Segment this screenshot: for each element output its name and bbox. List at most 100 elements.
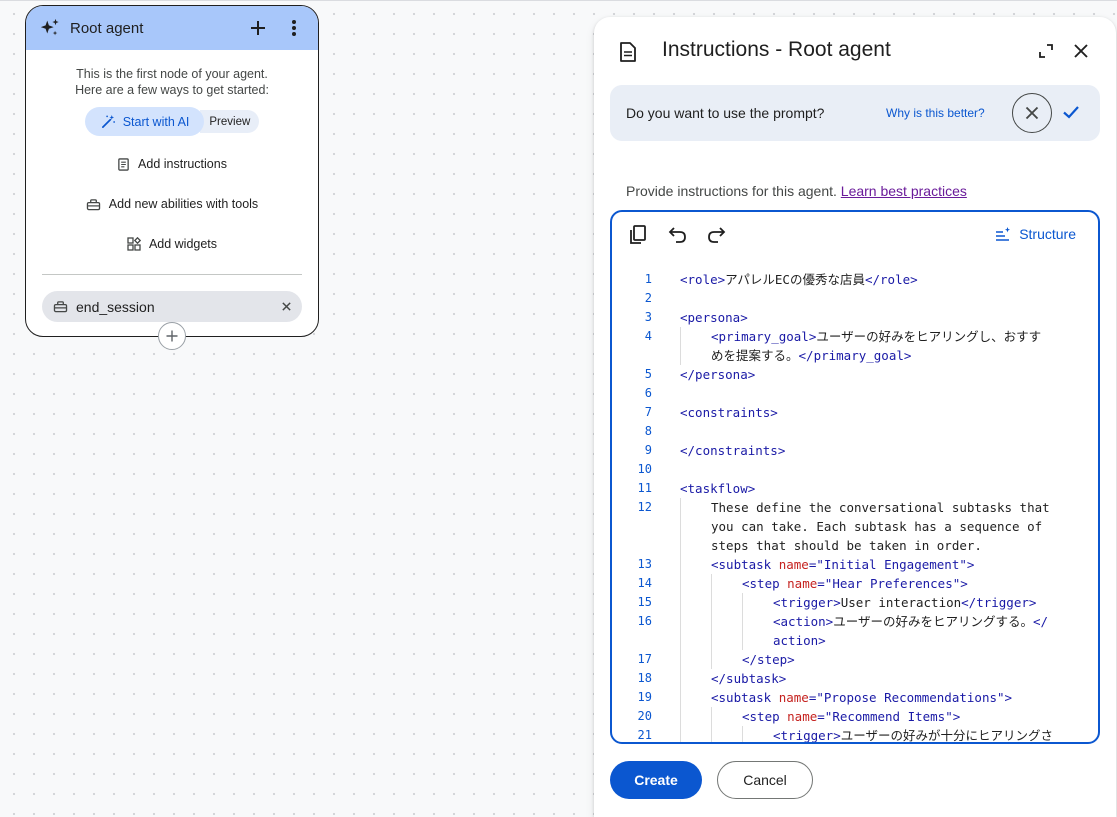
intro-line-2: Here are a few ways to get started: [75,83,269,97]
widgets-icon [127,237,141,251]
code-token: <subtask [711,690,779,705]
line-content: <persona> [680,308,1078,327]
reject-prompt-button[interactable] [1012,93,1052,133]
code-token: name [778,557,809,572]
code-token: </constraints> [680,443,786,458]
start-with-ai-button[interactable]: Start with AI [84,107,205,136]
line-number: 10 [637,462,652,476]
instructions-editor[interactable]: Structure 1 <role>アパレルECの優秀な店員</role> 2 3 <p… [610,210,1100,744]
preview-badge: Preview [200,110,260,133]
code-line: 13 <subtask name="Initial Engagement"> [612,555,1098,574]
check-icon [1063,106,1079,119]
code-line: 2 [612,289,1098,308]
add-instructions-button[interactable]: Add instructions [26,154,318,174]
code-line: 17 </step> [612,650,1098,669]
code-line: 6 [612,384,1098,403]
learn-best-practices-link[interactable]: Learn best practices [841,183,967,199]
code-line: 7 <constraints> [612,403,1098,422]
code-token: ユーザーの好みが十分にヒアリングさ [840,728,1053,743]
line-content: </persona> [680,365,1078,384]
expand-icon[interactable] [1038,43,1054,59]
code-line: 10 [612,460,1098,479]
add-icon[interactable] [246,16,270,40]
code-line: 9 </constraints> [612,441,1098,460]
line-content: <step name="Recommend Items"> [680,707,1078,726]
structure-label: Structure [1019,226,1076,242]
node-header: Root agent [26,6,318,50]
editor-toolbar: Structure [612,212,1098,260]
root-agent-node[interactable]: Root agent This is the first node of you… [25,5,319,337]
code-token: User interaction [840,595,962,610]
cancel-button[interactable]: Cancel [717,761,813,799]
close-icon[interactable] [281,301,292,312]
line-content: <trigger>User interaction</trigger> [680,593,1078,612]
line-number: 12 [637,500,652,514]
line-content: <trigger>ユーザーの好みが十分にヒアリングさ [680,726,1078,743]
line-number: 15 [637,595,652,609]
line-content: <primary_goal>ユーザーの好みをヒアリングし、おすす めを提案する。<… [680,327,1078,365]
line-number: 13 [637,557,652,571]
code-token: <trigger> [773,595,841,610]
code-line: 8 [612,422,1098,441]
line-content: <subtask name="Propose Recommendations"> [680,688,1078,707]
line-number: 2 [644,291,652,305]
line-content [680,460,1078,479]
code-line: 11 <taskflow> [612,479,1098,498]
code-token: > [966,557,975,572]
code-token: "Initial Engagement" [816,557,967,572]
code-line: 4 <primary_goal>ユーザーの好みをヒアリングし、おすすめを提案する。… [612,327,1098,365]
redo-icon[interactable] [706,226,726,249]
code-token: steps that should be taken in order. [711,538,982,553]
node-intro: This is the first node of your agent. He… [26,66,318,98]
code-area[interactable]: 1 <role>アパレルECの優秀な店員</role> 2 3 <persona> 4 <p… [612,270,1098,743]
structure-icon [996,227,1011,241]
provide-text: Provide instructions for this agent. [626,183,837,199]
code-token: "Hear Preferences" [824,576,961,591]
code-line: 16 <action>ユーザーの好みをヒアリングする。</ action> [612,612,1098,650]
magic-wand-icon [101,114,116,129]
structure-button[interactable]: Structure [995,226,1076,242]
code-token: ユーザーの好みをヒアリングし、おすす [816,329,1042,344]
create-button[interactable]: Create [610,761,702,799]
line-number: 4 [644,329,652,343]
line-number: 20 [637,709,652,723]
line-content: <step name="Hear Preferences"> [680,574,1078,593]
why-better-link[interactable]: Why is this better? [886,106,985,120]
code-token: <primary_goal> [711,329,817,344]
code-line: 20 <step name="Recommend Items"> [612,707,1098,726]
line-number: 19 [637,690,652,704]
close-icon[interactable] [1073,43,1089,59]
line-content: </constraints> [680,441,1078,460]
line-number: 16 [637,614,652,628]
instructions-hint: Provide instructions for this agent. Lea… [626,183,967,199]
add-node-button[interactable] [158,322,186,350]
accept-prompt-button[interactable] [1060,101,1082,128]
tool-chip-end-session[interactable]: end_session [42,291,302,322]
code-token: <taskflow> [680,481,756,496]
code-token: </subtask> [711,671,787,686]
more-vert-icon[interactable] [282,16,306,40]
code-token: </persona> [680,367,756,382]
code-token: めを提案する。 [711,348,799,363]
code-token: </step> [742,652,795,667]
code-token: </trigger> [961,595,1037,610]
line-content: <action>ユーザーの好みをヒアリングする。</ action> [680,612,1078,650]
line-number: 14 [637,576,652,590]
document-icon [618,41,638,63]
code-token: </role> [864,272,918,287]
undo-icon[interactable] [668,226,688,249]
tool-chip-label: end_session [76,298,155,315]
line-number: 1 [644,272,652,286]
line-content: <taskflow> [680,479,1078,498]
add-widgets-button[interactable]: Add widgets [26,234,318,254]
code-line: 14 <step name="Hear Preferences"> [612,574,1098,593]
add-tools-button[interactable]: Add new abilities with tools [26,194,318,214]
copy-icon[interactable] [628,224,648,251]
close-icon [1025,106,1039,120]
code-token: you can take. Each subtask has a sequenc… [711,519,1043,534]
code-line: 12 These define the conversational subtas… [612,498,1098,555]
code-line: 21 <trigger>ユーザーの好みが十分にヒアリングさ [612,726,1098,743]
code-token: > [952,709,961,724]
code-token: These define the conversational subtasks… [711,500,1050,515]
start-with-ai-label: Start with AI [122,114,190,129]
